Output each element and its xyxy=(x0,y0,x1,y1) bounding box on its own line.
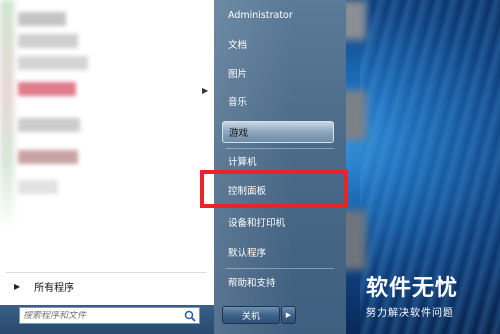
blurred-program-icons xyxy=(0,0,14,230)
menu-item-documents[interactable]: 文档 xyxy=(222,33,334,55)
menu-item-computer[interactable]: 计算机 xyxy=(222,150,334,172)
watermark-subtitle: 努力解决软件问题 xyxy=(366,308,454,319)
search-icon[interactable] xyxy=(184,310,196,322)
shutdown-button[interactable]: 关机 xyxy=(222,306,280,324)
menu-item-label: 默认程序 xyxy=(228,248,267,259)
menu-item-music[interactable]: 音乐 xyxy=(222,90,334,112)
all-programs-button[interactable]: ▶ 所有程序 xyxy=(6,276,212,296)
menu-item-label: 计算机 xyxy=(228,157,257,168)
menu-item-games[interactable]: 游戏 xyxy=(222,121,334,143)
menu-item-pictures[interactable]: 图片 xyxy=(222,62,334,84)
blurred-program-6 xyxy=(18,150,78,164)
menu-item-label: 图片 xyxy=(228,69,248,80)
chevron-right-icon: ▶ xyxy=(285,311,292,319)
menu-item-label: 设备和打印机 xyxy=(228,218,286,229)
blurred-program-7 xyxy=(18,180,58,194)
menu-item-label: 文档 xyxy=(228,40,248,51)
blurred-program-1 xyxy=(18,12,66,26)
right-panel-separator xyxy=(226,268,334,269)
menu-item-help-support[interactable]: 帮助和支持 xyxy=(222,271,334,293)
menu-item-label: Administrator xyxy=(228,9,293,21)
watermark: 软件无忧 努力解决软件问题 xyxy=(366,270,496,330)
search-input[interactable] xyxy=(20,310,176,321)
search-box[interactable] xyxy=(19,307,200,324)
menu-item-label: 帮助和支持 xyxy=(228,278,276,289)
blurred-program-2 xyxy=(18,34,78,48)
menu-item-label: 游戏 xyxy=(229,128,249,139)
menu-item-default-programs[interactable]: 默认程序 xyxy=(222,241,334,263)
menu-item-administrator[interactable]: Administrator xyxy=(222,4,334,26)
shutdown-options-button[interactable]: ▶ xyxy=(281,306,296,324)
start-menu: ▶ ▶ 所有程序 Administrator 文档 图片 音乐 游戏 计算机 控… xyxy=(0,0,346,334)
all-programs-label: 所有程序 xyxy=(34,282,75,294)
all-programs-arrow-icon: ▶ xyxy=(14,281,21,291)
blurred-program-4 xyxy=(18,82,76,96)
blurred-program-3 xyxy=(18,56,88,70)
shutdown-label: 关机 xyxy=(241,311,260,322)
annotation-highlight-box xyxy=(200,170,348,208)
blurred-program-5 xyxy=(18,118,80,132)
start-menu-left-panel: ▶ ▶ 所有程序 xyxy=(0,0,215,305)
watermark-logo: 软件无忧 xyxy=(366,276,459,301)
left-panel-separator xyxy=(6,272,206,273)
submenu-arrow-icon[interactable]: ▶ xyxy=(202,86,208,95)
right-panel-separator xyxy=(226,148,334,149)
menu-item-label: 音乐 xyxy=(228,97,248,108)
menu-item-devices-printers[interactable]: 设备和打印机 xyxy=(222,211,334,233)
